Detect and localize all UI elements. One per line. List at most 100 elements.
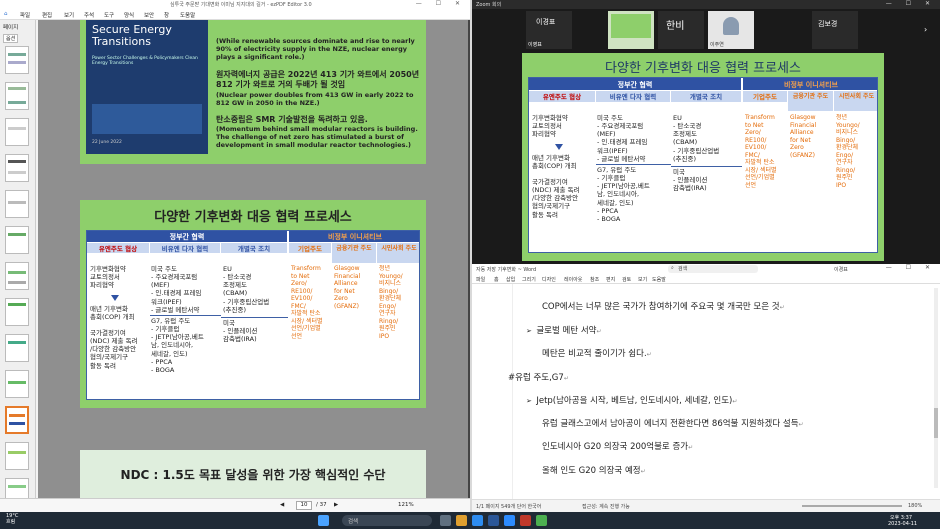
menu-form[interactable]: 양식 <box>124 11 134 19</box>
tab-home[interactable]: 홈 <box>494 276 499 283</box>
slide-text-3-kr: 탄소중립은 SMR 기술발전을 독려하고 있음. <box>216 115 368 124</box>
zoom-slider[interactable] <box>802 505 902 507</box>
user-name[interactable]: 이경표 <box>834 266 848 273</box>
page-total: / 37 <box>316 502 327 508</box>
search-input[interactable]: 검색 <box>668 265 758 273</box>
doc-line: 인도네시아 G20 의장국 200억불로 증가↵ <box>542 442 694 452</box>
report-cover-image: Secure Energy Transitions Power Sector C… <box>86 20 208 154</box>
page-next-icon[interactable]: ▶ <box>334 502 338 508</box>
word-icon[interactable] <box>488 515 499 526</box>
tab-file[interactable]: 파일 <box>476 276 485 283</box>
page-thumbnail[interactable] <box>5 82 29 110</box>
zoom-icon[interactable] <box>504 515 515 526</box>
menu-file[interactable]: 파일 <box>20 11 30 19</box>
page-thumbnail[interactable] <box>5 154 29 182</box>
page-thumbnail[interactable] <box>5 370 29 398</box>
tab-mailings[interactable]: 편지 <box>606 276 615 283</box>
cell-un-treaties: 기후변화협약 교토의정서 파리협약 <box>532 114 568 139</box>
home-icon[interactable]: ⌂ <box>4 11 8 17</box>
nongov-header: 비정부 이니셔티브 <box>743 78 877 90</box>
tab-references[interactable]: 참조 <box>590 276 599 283</box>
file-explorer-icon[interactable] <box>456 515 467 526</box>
slide-text-2-kr: 원자력에너지 공급은 2022년 413 기가 와트에서 2050년 812 기… <box>216 70 420 89</box>
avatar <box>723 17 739 35</box>
pdf-status-bar: ◀ 10 / 37 ▶ 121% <box>0 498 470 512</box>
cover-artwork <box>92 104 202 134</box>
word-status-bar: 1/1 페이지 549개 단어 한국어 접근성: 계속 진행 가능 180% <box>472 499 940 512</box>
participant-tile[interactable]: 한비 <box>658 11 704 49</box>
menu-comment[interactable]: 주석 <box>84 11 94 19</box>
participant-tile[interactable]: 이경표 이영표 <box>526 11 572 49</box>
clock-time[interactable]: 오후 3:37 <box>890 514 912 521</box>
page-thumbnail[interactable] <box>5 190 29 218</box>
page-thumbnail[interactable] <box>5 46 29 74</box>
start-icon[interactable] <box>318 515 329 526</box>
page-thumbnail[interactable] <box>5 118 29 146</box>
window-controls[interactable]: — ☐ ✕ <box>416 0 466 7</box>
tab-help[interactable]: 도움말 <box>652 276 666 283</box>
gov-header: 정부간 협력 <box>87 231 287 242</box>
weather-widget[interactable]: 19°C 흐림 <box>6 513 18 525</box>
cell-civil: 청년 Youngo/ 비지니스 Bingo/ 환경단체 Engo/ 연구자 Ri… <box>379 265 403 340</box>
pdf-window-title: 심투국 주문받 기대변화 이미님 지지대의 길거 - ezPDF Editor … <box>170 2 312 8</box>
tab-view[interactable]: 보기 <box>638 276 647 283</box>
menu-window[interactable]: 창 <box>164 11 169 19</box>
page-prev-icon[interactable]: ◀ <box>280 502 284 508</box>
arrow-down-icon <box>555 144 563 150</box>
tab-review[interactable]: 검토 <box>622 276 631 283</box>
tab-draw[interactable]: 그리기 <box>522 276 536 283</box>
menu-help[interactable]: 도움말 <box>180 11 195 19</box>
cooperation-table: 정부간 협력 비정부 이니셔티브 유엔주도 협상 비유엔 다자 협력 개별국 조… <box>528 77 878 253</box>
zoom-level[interactable]: 121% <box>398 502 414 508</box>
divider <box>150 315 221 316</box>
cell-un-cop: 매년 기후변화 총회(COP) 개최 <box>90 305 135 322</box>
scrollbar-thumb[interactable] <box>934 408 938 438</box>
document-body[interactable]: COP에서는 너무 많은 국가가 참여하기에 주요국 몇 개국만 모은 것↵ ➢… <box>472 284 940 499</box>
cell-usa: 미국 - 인플레이션 감축법(IRA) <box>223 319 258 344</box>
page-thumbnail[interactable] <box>5 298 29 326</box>
page-thumbnail[interactable] <box>5 262 29 290</box>
clock-date[interactable]: 2023-04-11 <box>888 521 917 527</box>
task-view-icon[interactable] <box>440 515 451 526</box>
window-controls[interactable]: — ☐ ✕ <box>886 0 936 7</box>
menu-edit[interactable]: 편집 <box>42 11 52 19</box>
cover-date: 22 June 2022 <box>92 140 122 145</box>
shared-screen-thumbnail <box>611 14 651 38</box>
status-accessibility[interactable]: 접근성: 계속 진행 가능 <box>582 503 630 510</box>
next-page-icon[interactable]: › <box>924 25 927 34</box>
taskbar-search[interactable]: 검색 <box>342 515 432 526</box>
pdf-viewer-window: 심투국 주문받 기대변화 이미님 지지대의 길거 - ezPDF Editor … <box>0 0 470 512</box>
cell-un-treaties: 기후변화협약 교토의정서 파리협약 <box>90 265 126 290</box>
menu-view[interactable]: 보기 <box>64 11 74 19</box>
arrow-down-icon <box>111 295 119 301</box>
menu-tools[interactable]: 도구 <box>104 11 114 19</box>
cell-g7-led: G7, 유럽 주도 - 기후클럽 - JETP(남아공,베트 남, 인도네시아,… <box>151 317 204 374</box>
app-icon[interactable] <box>536 515 547 526</box>
participant-name: 이주연 <box>710 42 724 48</box>
window-controls[interactable]: — ☐ ✕ <box>886 264 936 271</box>
divider <box>671 166 742 167</box>
doc-line: COP에서는 너무 많은 국가가 참여하기에 주요국 몇 개국만 모은 것↵ <box>542 302 785 312</box>
page-thumbnail[interactable] <box>5 334 29 362</box>
zoom-percent[interactable]: 180% <box>908 503 922 509</box>
cover-subtitle: Power Sector Challenges & Policymakers C… <box>92 56 198 66</box>
page-number-input[interactable]: 10 <box>296 501 312 510</box>
menu-security[interactable]: 보안 <box>144 11 154 19</box>
pdf-document-area[interactable]: Secure Energy Transitions Power Sector C… <box>38 20 468 498</box>
slide-text-2-en: (Nuclear power doubles from 413 GW in ea… <box>216 91 414 107</box>
page-thumbnail-selected[interactable] <box>5 406 29 434</box>
page-thumbnail[interactable] <box>5 442 29 470</box>
participant-tile[interactable]: 이주연 <box>708 11 754 49</box>
vertical-scrollbar[interactable] <box>934 288 938 488</box>
zoom-window-title: Zoom 회의 <box>476 2 502 8</box>
participant-tile[interactable]: 김보경 <box>812 11 858 49</box>
participant-tile-screen[interactable] <box>608 11 654 49</box>
tab-design[interactable]: 디자인 <box>542 276 556 283</box>
tab-layout[interactable]: 레이아웃 <box>564 276 582 283</box>
options-button[interactable]: 옵션 <box>3 34 19 43</box>
pdf-title-bar: 심투국 주문받 기대변화 이미님 지지대의 길거 - ezPDF Editor … <box>0 0 470 9</box>
pdf-icon[interactable] <box>520 515 531 526</box>
page-thumbnail[interactable] <box>5 226 29 254</box>
tab-insert[interactable]: 삽입 <box>506 276 515 283</box>
edge-icon[interactable] <box>472 515 483 526</box>
